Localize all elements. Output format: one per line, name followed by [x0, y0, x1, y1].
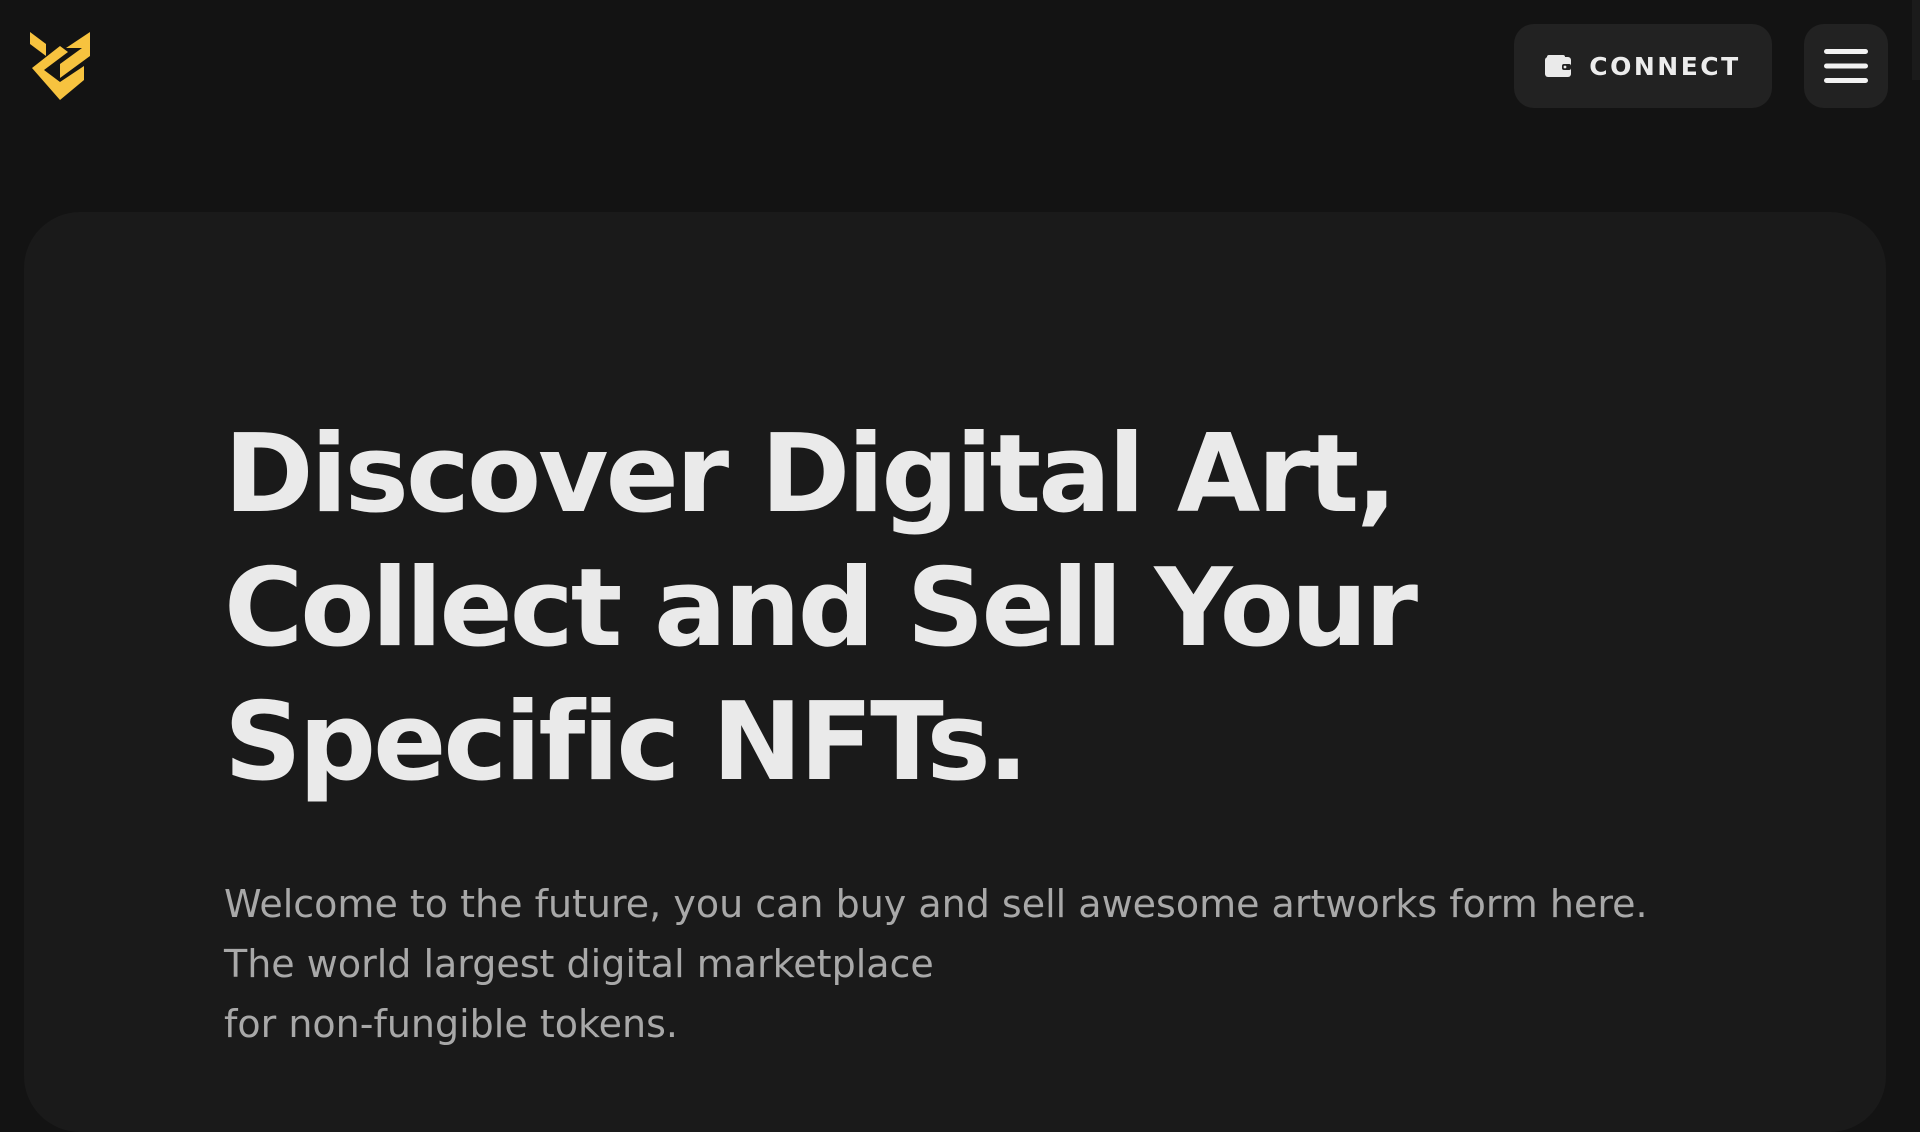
connect-wallet-button[interactable]: CONNECT	[1514, 24, 1772, 108]
wallet-icon	[1545, 55, 1572, 77]
top-navbar: CONNECT	[0, 0, 1920, 130]
hamburger-menu-icon	[1824, 49, 1868, 83]
menu-button[interactable]	[1804, 24, 1888, 108]
hero-card: Discover Digital Art, Collect and Sell Y…	[24, 212, 1886, 1132]
connect-button-label: CONNECT	[1589, 51, 1741, 81]
hero-title: Discover Digital Art, Collect and Sell Y…	[224, 412, 1418, 805]
brand-logo-icon[interactable]	[28, 30, 92, 102]
hero-description: Welcome to the future, you can buy and s…	[224, 882, 1648, 1046]
scrollbar[interactable]	[1912, 0, 1920, 80]
